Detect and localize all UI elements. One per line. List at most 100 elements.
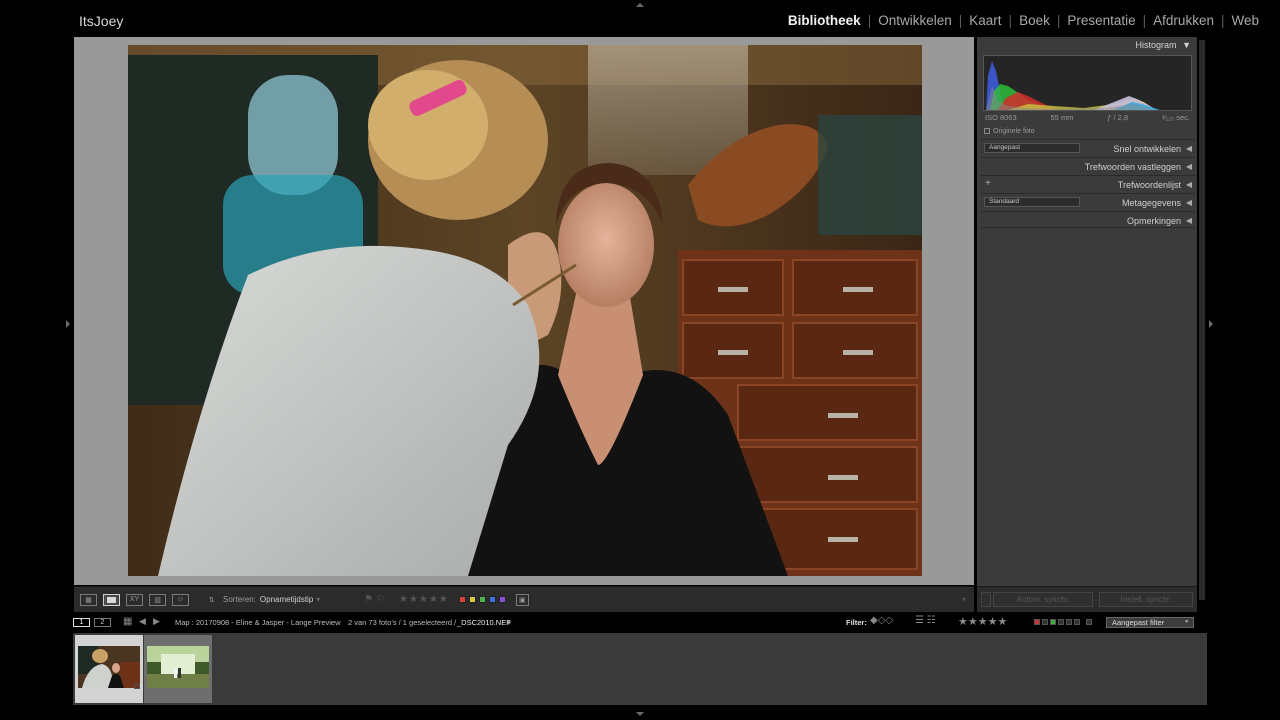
color-filter-purple[interactable] <box>1066 619 1072 625</box>
right-panel-scrollbar[interactable] <box>1199 40 1205 600</box>
sort-dropdown-arrow-icon[interactable]: ▾ <box>316 595 320 604</box>
compare-view-icon[interactable]: XY <box>126 593 143 606</box>
metadata-label: Metagegevens <box>1121 198 1181 208</box>
color-filter-blue[interactable] <box>1058 619 1064 625</box>
color-filter-green[interactable] <box>1050 619 1056 625</box>
histogram-graph <box>986 61 1160 110</box>
color-filter-other[interactable] <box>1074 619 1080 625</box>
histogram-title[interactable]: Histogram ▼ <box>1136 40 1191 50</box>
module-web[interactable]: Web <box>1224 13 1266 28</box>
expand-arrow-icon[interactable]: ◀ <box>1186 216 1192 225</box>
filmstrip-thumbnail[interactable] <box>144 635 212 703</box>
expand-arrow-icon[interactable]: ◀ <box>1186 162 1192 171</box>
filename-dropdown-icon[interactable]: ▾ <box>507 618 511 627</box>
expand-arrow-icon[interactable]: ◀ <box>1186 198 1192 207</box>
module-book[interactable]: Boek <box>1012 13 1057 28</box>
module-print[interactable]: Afdrukken <box>1146 13 1221 28</box>
histogram[interactable] <box>983 55 1192 111</box>
filmstrip <box>73 633 1207 705</box>
filter-lock-icon[interactable]: ▪ <box>1185 616 1188 626</box>
exif-focal-length: 55 mm <box>1050 113 1074 122</box>
histogram-title-label: Histogram <box>1135 40 1177 50</box>
original-photo-label: Originele foto <box>993 128 1035 135</box>
filter-label: Filter: <box>846 618 867 627</box>
filmstrip-thumbnail[interactable] <box>75 635 143 703</box>
module-develop[interactable]: Ontwikkelen <box>871 13 959 28</box>
collapse-top-panel-icon[interactable] <box>636 3 644 7</box>
rating-stars[interactable]: ★★★★★ <box>399 594 449 605</box>
original-photo-checkbox[interactable]: Originele foto <box>984 128 1035 135</box>
module-slideshow[interactable]: Presentatie <box>1060 13 1142 28</box>
bottom-edge <box>0 705 1280 720</box>
sync-bar: Autom. synchr. Instell. synchr. <box>977 586 1197 612</box>
module-map[interactable]: Kaart <box>962 13 1008 28</box>
people-view-icon[interactable]: ☺ <box>172 593 189 606</box>
collapse-filmstrip-icon[interactable] <box>636 712 644 716</box>
exif-aperture: ƒ / 2,8 <box>1107 113 1129 122</box>
module-library[interactable]: Bibliotheek <box>781 13 868 28</box>
back-arrow-icon[interactable]: ◀ <box>139 616 146 627</box>
expand-left-panel-icon[interactable] <box>66 320 70 328</box>
toolbar-menu-icon[interactable]: ▾ <box>962 595 966 604</box>
color-filter-yellow[interactable] <box>1042 619 1048 625</box>
expand-arrow-icon[interactable]: ◀ <box>1186 144 1192 153</box>
flag-filter-icons[interactable]: ◆◇◇ <box>870 615 893 626</box>
loupe-view-icon[interactable] <box>103 593 120 606</box>
thumbnail-image <box>78 646 140 688</box>
metadata-preset-dropdown[interactable]: Standaard <box>984 197 1080 207</box>
thumbnail-image <box>147 646 209 688</box>
right-gutter <box>1199 37 1280 612</box>
secondary-screen-button[interactable]: 2 <box>94 618 111 627</box>
color-filter-none[interactable] <box>1086 619 1092 625</box>
folder-path[interactable]: Map : 20170908 - Eline & Jasper - Lange … <box>175 618 341 627</box>
survey-view-icon[interactable]: ▥ <box>149 593 166 606</box>
sync-settings-button[interactable]: Instell. synchr. <box>1099 592 1193 607</box>
thumbnail-badge-icon <box>134 684 140 689</box>
checkbox-icon[interactable] <box>984 128 990 134</box>
left-panel-collapsed <box>0 37 73 612</box>
grid-view-icon[interactable]: ▦ <box>80 593 97 606</box>
histogram-exif: ISO 8063 55 mm ƒ / 2,8 ¹⁄₁₂₅ sec. <box>983 113 1192 123</box>
module-picker: Bibliotheek | Ontwikkelen | Kaart | Boek | P… <box>781 13 1266 28</box>
main-screen-button[interactable]: 1 <box>73 618 90 627</box>
status-filter-icons[interactable]: ☰ ☷ <box>915 615 936 626</box>
photo-image <box>128 45 922 576</box>
auto-sync-button[interactable]: Autom. synchr. <box>993 592 1093 607</box>
expand-arrow-icon[interactable]: ◀ <box>1186 180 1192 189</box>
forward-arrow-icon[interactable]: ▶ <box>153 616 160 627</box>
filter-preset-dropdown[interactable]: Aangepast filter <box>1106 617 1194 628</box>
keywording-section[interactable]: Trefwoorden vastleggen ◀ <box>981 157 1195 174</box>
right-panel: Histogram ▼ ISO 8063 55 mm ƒ / 2,8 ¹⁄₁₂₅… <box>977 37 1197 612</box>
auto-sync-toggle[interactable] <box>981 592 991 607</box>
color-label-purple[interactable] <box>498 596 506 603</box>
grid-view-icon[interactable]: ▦ <box>123 616 132 627</box>
photo-count: 2 van 73 foto's / 1 geselecteerd / <box>348 618 457 627</box>
selected-filename[interactable]: _DSC2010.NEF <box>457 618 511 627</box>
quick-develop-section[interactable]: Aangepast Snel ontwikkelen ◀ <box>981 139 1195 156</box>
color-label-red[interactable] <box>458 596 466 603</box>
comments-section[interactable]: Opmerkingen ◀ <box>981 211 1195 228</box>
identity-plate: ItsJoey <box>79 13 124 29</box>
sort-dropdown[interactable]: Opnametijdstip <box>260 595 313 604</box>
add-keyword-icon[interactable]: + <box>985 178 991 189</box>
collapse-right-panel-icon[interactable] <box>1209 320 1213 328</box>
histogram-collapse-icon[interactable]: ▼ <box>1182 40 1191 50</box>
metadata-section[interactable]: Standaard Metagegevens ◀ <box>981 193 1195 210</box>
color-filter-red[interactable] <box>1034 619 1040 625</box>
crop-icon[interactable]: ▣ <box>515 593 529 606</box>
rating-filter-stars[interactable]: ★★★★★ <box>958 615 1007 628</box>
color-label-blue[interactable] <box>488 596 496 603</box>
color-label-green[interactable] <box>478 596 486 603</box>
keyword-list-section[interactable]: + Trefwoordenlijst ◀ <box>981 175 1195 192</box>
color-label-yellow[interactable] <box>468 596 476 603</box>
flag-icons[interactable]: ⚑ ⚐ <box>364 594 385 605</box>
library-toolbar: ▦ XY ▥ ☺ ⇅ Sorteren: Opnametijdstip ▾ ⚑ … <box>74 586 974 612</box>
top-bar: ItsJoey Bibliotheek | Ontwikkelen | Kaart |… <box>0 0 1280 36</box>
main-photo[interactable] <box>128 45 922 576</box>
quick-develop-preset-dropdown[interactable]: Aangepast <box>984 143 1080 153</box>
comments-label: Opmerkingen <box>1126 216 1181 226</box>
quick-develop-label: Snel ontwikkelen <box>1113 144 1181 154</box>
exif-iso: ISO 8063 <box>985 113 1017 122</box>
sort-direction-icon[interactable]: ⇅ <box>203 594 220 606</box>
filmstrip-header: 1 2 ▦ ◀ ▶ Map : 20170908 - Eline & Jaspe… <box>72 614 1208 631</box>
